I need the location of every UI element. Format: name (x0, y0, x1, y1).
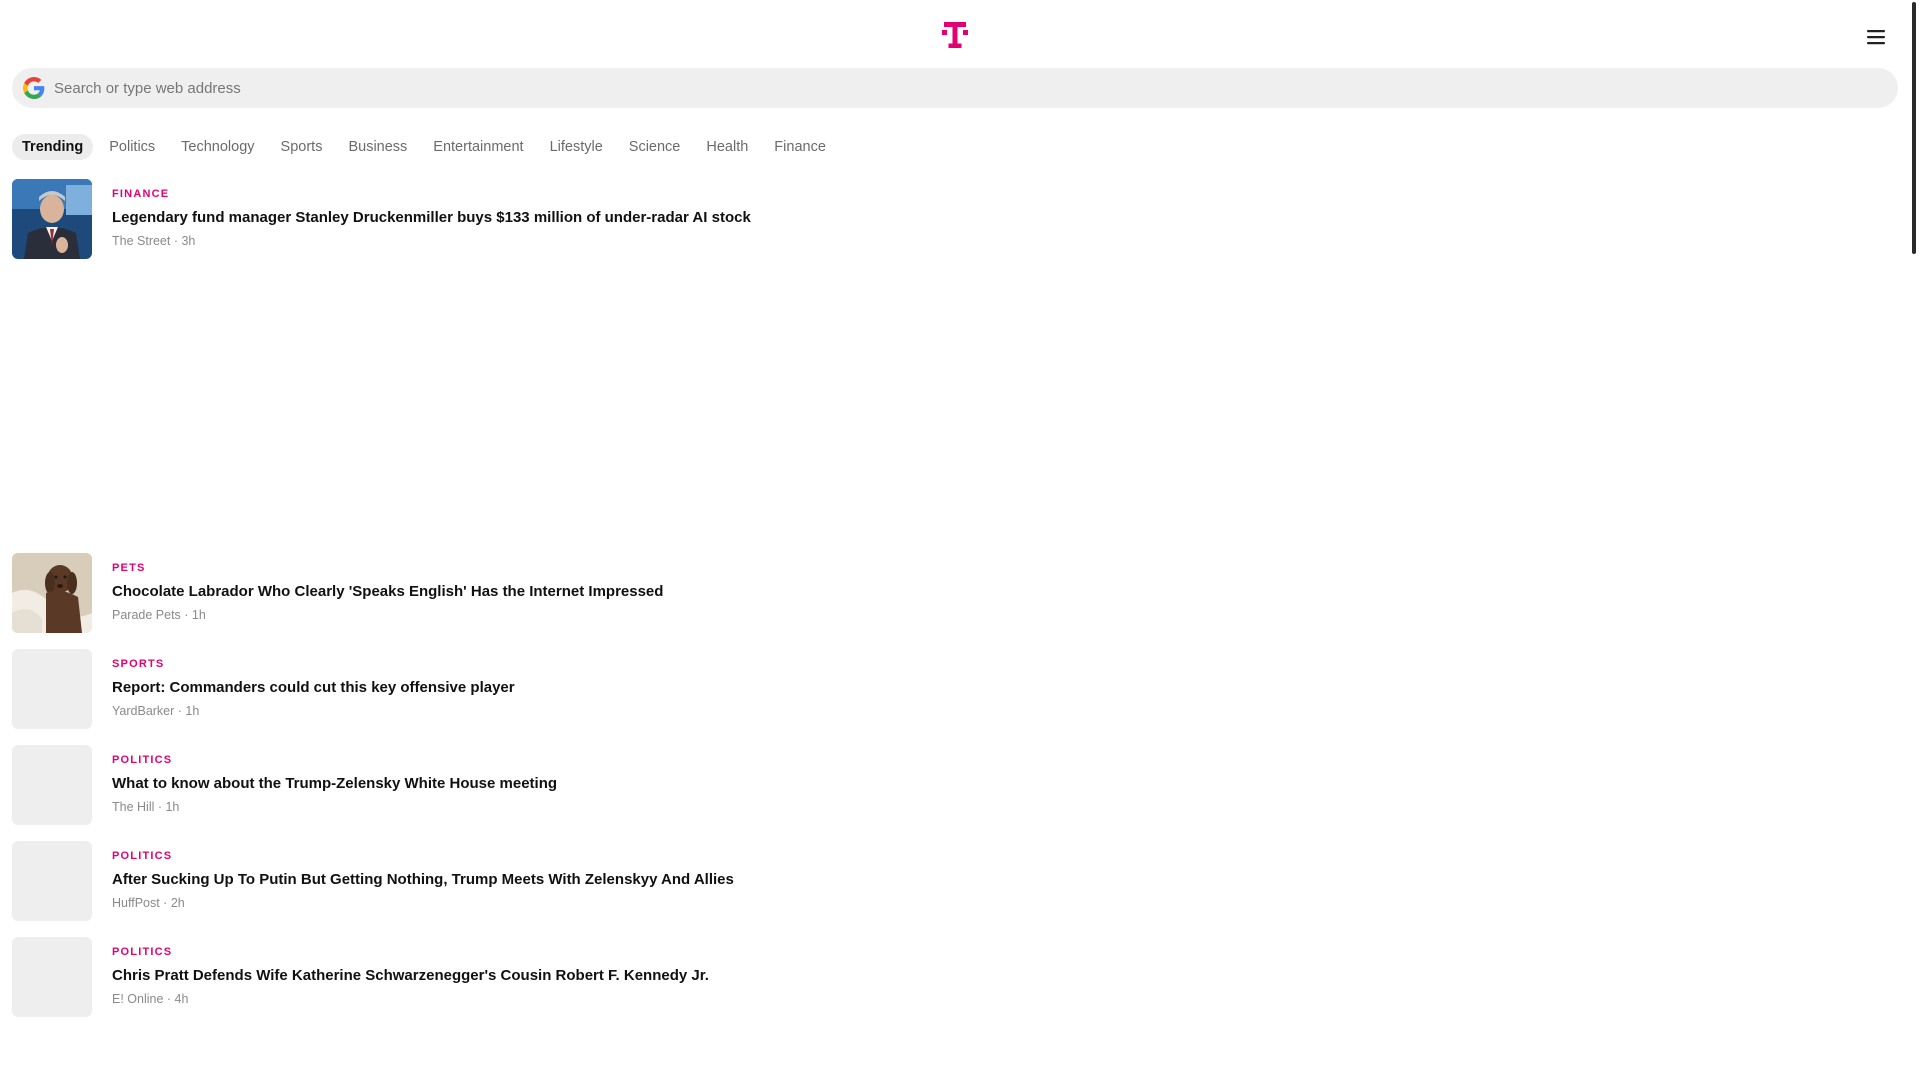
search-bar[interactable] (12, 68, 1898, 108)
article-thumbnail[interactable] (12, 937, 92, 1017)
google-g-icon (23, 77, 45, 99)
article-thumbnail[interactable] (12, 841, 92, 921)
top-bar (0, 0, 1906, 64)
article-category: POLITICS (112, 946, 173, 958)
article-category: POLITICS (112, 754, 173, 766)
article-category: PETS (112, 562, 146, 574)
article-meta: YardBarker · 1h (112, 704, 200, 718)
article-category: POLITICS (112, 850, 173, 862)
article-item[interactable]: PETS Chocolate Labrador Who Clearly 'Spe… (12, 553, 1892, 633)
article-text: POLITICS What to know about the Trump-Ze… (112, 753, 557, 815)
tab-politics[interactable]: Politics (99, 134, 165, 160)
article-meta: The Hill · 1h (112, 800, 180, 814)
tab-science[interactable]: Science (619, 134, 691, 160)
tab-sports[interactable]: Sports (271, 134, 333, 160)
article-headline[interactable]: After Sucking Up To Putin But Getting No… (112, 870, 734, 890)
article-item[interactable]: POLITICS What to know about the Trump-Ze… (12, 745, 1892, 825)
article-thumbnail[interactable] (12, 553, 92, 633)
article-text: FINANCE Legendary fund manager Stanley D… (112, 187, 751, 249)
article-item[interactable]: FINANCE Legendary fund manager Stanley D… (12, 179, 1892, 259)
tab-health[interactable]: Health (696, 134, 758, 160)
article-item[interactable]: POLITICS After Sucking Up To Putin But G… (12, 841, 1892, 921)
tab-trending[interactable]: Trending (12, 133, 94, 160)
article-text: SPORTS Report: Commanders could cut this… (112, 657, 515, 719)
hamburger-menu-icon[interactable] (1861, 22, 1891, 52)
article-headline[interactable]: Legendary fund manager Stanley Druckenmi… (112, 208, 751, 228)
scrollbar-thumb[interactable] (1912, 2, 1916, 254)
search-input[interactable] (54, 69, 1854, 107)
article-meta: HuffPost · 2h (112, 896, 185, 910)
t-mobile-logo-icon[interactable] (940, 20, 970, 50)
article-text: PETS Chocolate Labrador Who Clearly 'Spe… (112, 561, 663, 623)
article-headline[interactable]: Chocolate Labrador Who Clearly 'Speaks E… (112, 582, 663, 602)
article-item[interactable]: SPORTS Report: Commanders could cut this… (12, 649, 1892, 729)
tab-entertainment[interactable]: Entertainment (423, 134, 533, 160)
article-category: FINANCE (112, 188, 170, 200)
article-thumbnail[interactable] (12, 745, 92, 825)
category-tabs: Trending Politics Technology Sports Busi… (12, 132, 842, 161)
tab-finance[interactable]: Finance (764, 134, 836, 160)
article-meta: The Street · 3h (112, 234, 196, 248)
article-headline[interactable]: Chris Pratt Defends Wife Katherine Schwa… (112, 966, 709, 986)
news-page: Trending Politics Technology Sports Busi… (0, 0, 1920, 1080)
article-item[interactable]: POLITICS Chris Pratt Defends Wife Kather… (12, 937, 1892, 1017)
article-thumbnail[interactable] (12, 649, 92, 729)
article-category: SPORTS (112, 658, 165, 670)
article-meta: Parade Pets · 1h (112, 608, 206, 622)
article-text: POLITICS Chris Pratt Defends Wife Kather… (112, 945, 709, 1007)
article-meta: E! Online · 4h (112, 992, 189, 1006)
tab-lifestyle[interactable]: Lifestyle (540, 134, 613, 160)
tab-business[interactable]: Business (338, 134, 417, 160)
tab-technology[interactable]: Technology (171, 134, 264, 160)
article-text: POLITICS After Sucking Up To Putin But G… (112, 849, 734, 911)
article-headline[interactable]: Report: Commanders could cut this key of… (112, 678, 515, 698)
article-thumbnail[interactable] (12, 179, 92, 259)
article-headline[interactable]: What to know about the Trump-Zelensky Wh… (112, 774, 557, 794)
